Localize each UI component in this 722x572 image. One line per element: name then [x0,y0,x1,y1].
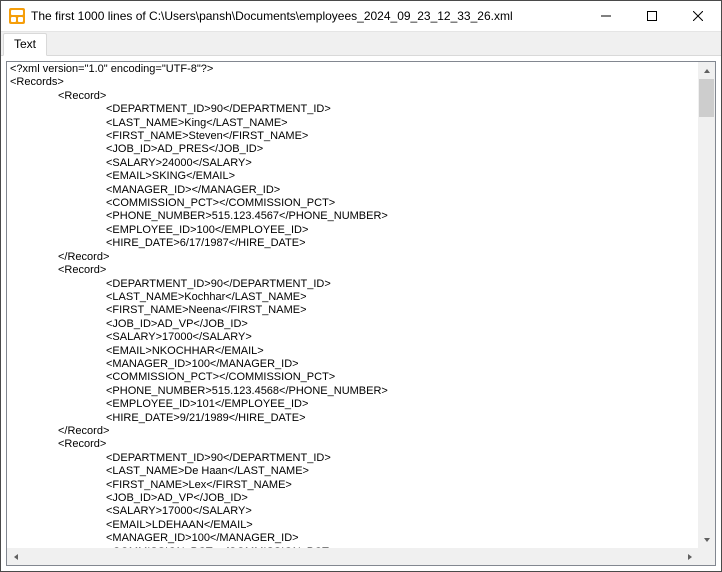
xml-line: <PHONE_NUMBER>515.123.4567</PHONE_NUMBER… [106,210,695,223]
close-button[interactable] [675,1,721,31]
text-frame: <?xml version="1.0" encoding="UTF-8"?><R… [6,61,716,566]
app-icon [9,8,25,24]
minimize-button[interactable] [583,1,629,31]
xml-line: </Record> [58,251,695,264]
horizontal-scrollbar[interactable] [7,548,698,565]
xml-line: <Record> [58,264,695,277]
xml-line: <LAST_NAME>Kochhar</LAST_NAME> [106,291,695,304]
xml-line: <EMPLOYEE_ID>100</EMPLOYEE_ID> [106,224,695,237]
xml-line: <EMPLOYEE_ID>101</EMPLOYEE_ID> [106,398,695,411]
xml-line: <HIRE_DATE>9/21/1989</HIRE_DATE> [106,412,695,425]
xml-line: <MANAGER_ID>100</MANAGER_ID> [106,358,695,371]
tab-text[interactable]: Text [3,33,47,56]
maximize-button[interactable] [629,1,675,31]
xml-line: <DEPARTMENT_ID>90</DEPARTMENT_ID> [106,103,695,116]
xml-line: <Records> [10,76,695,89]
titlebar[interactable]: The first 1000 lines of C:\Users\pansh\D… [1,1,721,32]
xml-line: <MANAGER_ID></MANAGER_ID> [106,184,695,197]
xml-line: <SALARY>17000</SALARY> [106,331,695,344]
window-title: The first 1000 lines of C:\Users\pansh\D… [31,9,583,23]
xml-line: </Record> [58,425,695,438]
app-window: The first 1000 lines of C:\Users\pansh\D… [0,0,722,572]
xml-line: <FIRST_NAME>Steven</FIRST_NAME> [106,130,695,143]
tabstrip: Text [1,32,721,56]
xml-line: <PHONE_NUMBER>515.123.4568</PHONE_NUMBER… [106,385,695,398]
xml-line: <Record> [58,90,695,103]
xml-line: <LAST_NAME>De Haan</LAST_NAME> [106,465,695,478]
scroll-down-arrow-icon[interactable] [698,531,715,548]
xml-line: <EMAIL>LDEHAAN</EMAIL> [106,519,695,532]
xml-line: <SALARY>24000</SALARY> [106,157,695,170]
xml-line: <JOB_ID>AD_VP</JOB_ID> [106,492,695,505]
scroll-left-arrow-icon[interactable] [7,548,24,565]
xml-line: <MANAGER_ID>100</MANAGER_ID> [106,532,695,545]
xml-line: <HIRE_DATE>6/17/1987</HIRE_DATE> [106,237,695,250]
xml-line: <DEPARTMENT_ID>90</DEPARTMENT_ID> [106,452,695,465]
xml-line: <FIRST_NAME>Neena</FIRST_NAME> [106,304,695,317]
scrollbar-corner [698,548,715,565]
xml-line: <EMAIL>SKING</EMAIL> [106,170,695,183]
xml-line: <DEPARTMENT_ID>90</DEPARTMENT_ID> [106,278,695,291]
window-controls [583,1,721,31]
xml-line: <SALARY>17000</SALARY> [106,505,695,518]
xml-line: <?xml version="1.0" encoding="UTF-8"?> [10,63,695,76]
vertical-scrollbar[interactable] [698,62,715,548]
xml-line: <Record> [58,438,695,451]
vertical-scroll-thumb[interactable] [699,79,714,117]
xml-line: <JOB_ID>AD_PRES</JOB_ID> [106,143,695,156]
xml-text-view[interactable]: <?xml version="1.0" encoding="UTF-8"?><R… [7,62,698,548]
xml-line: <LAST_NAME>King</LAST_NAME> [106,117,695,130]
content-area: <?xml version="1.0" encoding="UTF-8"?><R… [1,56,721,571]
scroll-up-arrow-icon[interactable] [698,62,715,79]
xml-line: <JOB_ID>AD_VP</JOB_ID> [106,318,695,331]
xml-line: <FIRST_NAME>Lex</FIRST_NAME> [106,479,695,492]
xml-line: <EMAIL>NKOCHHAR</EMAIL> [106,345,695,358]
scroll-right-arrow-icon[interactable] [681,548,698,565]
xml-line: <COMMISSION_PCT></COMMISSION_PCT> [106,371,695,384]
xml-line: <COMMISSION_PCT></COMMISSION_PCT> [106,197,695,210]
